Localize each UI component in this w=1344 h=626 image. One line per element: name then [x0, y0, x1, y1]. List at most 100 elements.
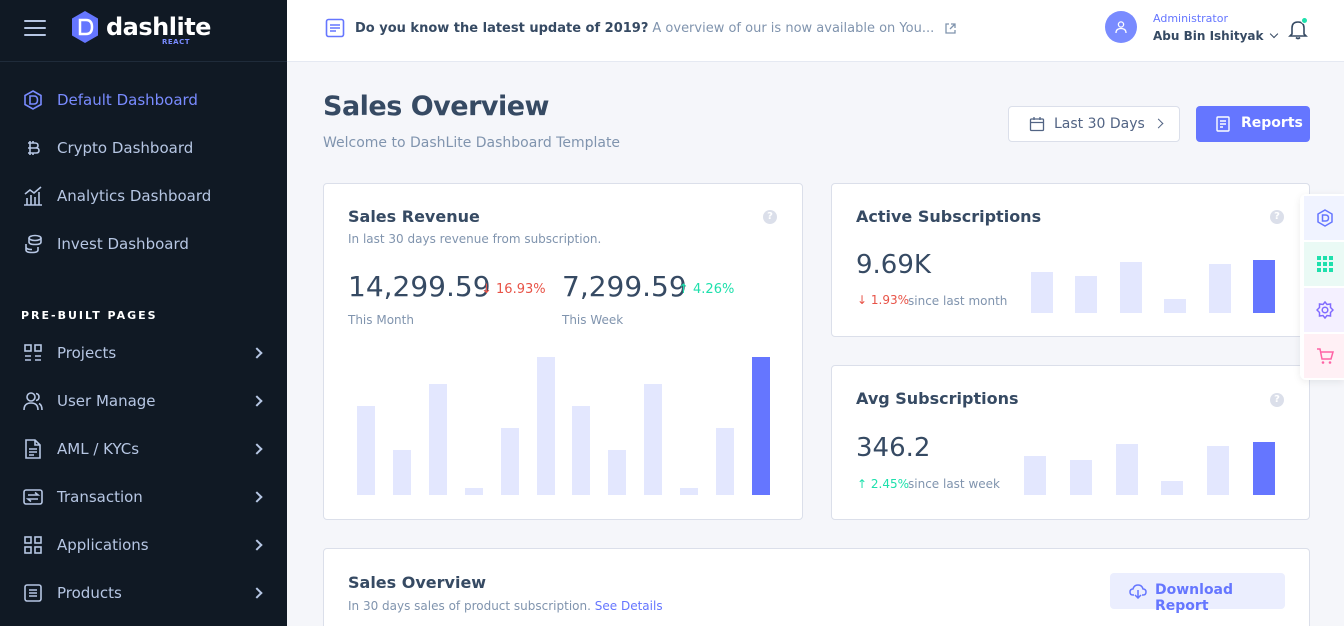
see-details-link[interactable]: See Details: [595, 599, 663, 613]
month-label: This Month: [348, 313, 414, 327]
sidebar-heading: PRE-BUILT PAGES: [21, 309, 158, 322]
week-change: ↑ 4.26%: [678, 282, 735, 297]
users-icon: [23, 392, 43, 411]
avg-subs-since: since last week: [908, 477, 1000, 491]
menu-toggle-icon[interactable]: [24, 20, 46, 36]
chart-bar: [536, 357, 555, 495]
active-subs-value: 9.69K: [856, 250, 931, 280]
sidebar-item-projects[interactable]: Projects: [0, 333, 287, 373]
reports-label: Reports: [1241, 115, 1303, 131]
chart-bar: [1161, 481, 1184, 495]
logo-subtext: REACT: [162, 38, 191, 46]
sidebar-item-products[interactable]: Products: [0, 573, 287, 613]
news-title: Do you know the latest update of 2019?: [355, 20, 649, 36]
dashlite-icon: [24, 90, 42, 110]
user-role: Administrator: [1153, 11, 1228, 25]
sidebar-item-label: AML / KYCs: [57, 440, 140, 458]
help-icon[interactable]: ?: [1270, 393, 1284, 407]
date-range-label: Last 30 Days: [1054, 116, 1145, 132]
chart-bar: [1164, 298, 1187, 313]
projects-icon: [24, 344, 42, 361]
external-link-icon[interactable]: [944, 22, 957, 35]
chevron-right-icon: [251, 347, 263, 359]
report-icon: [1216, 116, 1230, 132]
sidebar-item-invest-dashboard[interactable]: Invest Dashboard: [0, 224, 287, 264]
date-range-button[interactable]: Last 30 Days: [1008, 106, 1180, 142]
float-cart-button[interactable]: [1304, 334, 1344, 378]
chevron-down-icon: [1270, 29, 1279, 39]
avg-subs-change: ↑ 2.45%: [857, 477, 909, 491]
month-change-value: 16.93%: [496, 282, 546, 297]
cart-icon: [1317, 348, 1334, 364]
help-icon[interactable]: ?: [763, 210, 777, 224]
active-subs-since: since last month: [908, 294, 1008, 308]
chevron-right-icon: [251, 395, 263, 407]
active-subscriptions-chart: [1031, 260, 1275, 313]
active-subs-change-value: 1.93%: [870, 293, 909, 307]
logo-text: dashlite: [106, 13, 211, 41]
chart-bar: [716, 428, 735, 495]
dashlite-icon: [1317, 209, 1333, 227]
chevron-right-icon: [1153, 118, 1164, 129]
notification-dot: [1301, 17, 1308, 24]
chevron-right-icon: [251, 539, 263, 551]
user-dropdown[interactable]: Administrator Abu Bin Ishityak: [1105, 11, 1279, 43]
chart-bar: [1253, 260, 1275, 313]
chart-bar: [1207, 445, 1230, 495]
float-settings-button[interactable]: [1304, 288, 1344, 332]
gear-icon: [1316, 301, 1334, 319]
active-subscriptions-card: Active Subscriptions ? 9.69K ↓ 1.93% sin…: [831, 183, 1310, 337]
chart-bar: [608, 450, 627, 495]
sidebar-item-analytics-dashboard[interactable]: Analytics Dashboard: [0, 176, 287, 216]
chevron-right-icon: [251, 443, 263, 455]
sidebar-item-applications[interactable]: Applications: [0, 525, 287, 565]
grid-icon: [24, 536, 42, 554]
file-icon: [25, 439, 41, 459]
logo-icon: [72, 11, 98, 43]
sidebar-item-transaction[interactable]: Transaction: [0, 477, 287, 517]
float-apps-button[interactable]: [1304, 242, 1344, 286]
chart-bar: [1024, 455, 1046, 495]
sidebar-item-label: Applications: [57, 536, 149, 554]
card-title: Sales Overview: [348, 573, 487, 592]
month-value: 14,299.59: [348, 270, 491, 303]
sidebar-header: dashlite REACT: [0, 0, 287, 62]
sidebar: dashlite REACT Default Dashboard Crypto …: [0, 0, 287, 626]
card-title: Sales Revenue: [348, 207, 480, 226]
chart-bar: [392, 450, 411, 495]
transfer-icon: [23, 489, 43, 505]
float-demo-button[interactable]: [1304, 196, 1344, 240]
avg-subs-change-value: 2.45%: [870, 477, 909, 491]
sidebar-item-aml-kycs[interactable]: AML / KYCs: [0, 429, 287, 469]
card-subtitle: In last 30 days revenue from subscriptio…: [348, 232, 602, 246]
chart-bar: [428, 383, 447, 495]
chart-bar: [1119, 262, 1142, 313]
sidebar-item-default-dashboard[interactable]: Default Dashboard: [0, 80, 287, 120]
sidebar-item-label: Analytics Dashboard: [57, 187, 212, 205]
news-text: A overview of our is now available on Yo…: [652, 20, 935, 36]
news-banner[interactable]: Do you know the latest update of 2019? A…: [325, 18, 957, 38]
sales-revenue-card: Sales Revenue In last 30 days revenue fr…: [323, 183, 803, 520]
avg-subscriptions-card: Avg Subscriptions ? 346.2 ↑ 2.45% since …: [831, 365, 1310, 520]
week-label: This Week: [562, 313, 624, 327]
help-icon[interactable]: ?: [1270, 210, 1284, 224]
sidebar-item-crypto-dashboard[interactable]: Crypto Dashboard: [0, 128, 287, 168]
user-name: Abu Bin Ishityak: [1153, 28, 1264, 43]
chart-bar: [500, 428, 519, 495]
coins-icon: [25, 234, 42, 254]
sidebar-item-label: Crypto Dashboard: [57, 139, 194, 157]
download-report-label: Download Report: [1155, 582, 1234, 614]
sidebar-item-user-manage[interactable]: User Manage: [0, 381, 287, 421]
sales-overview-subtitle: In 30 days sales of product subscription…: [348, 599, 591, 613]
calendar-icon: [1029, 117, 1045, 132]
sidebar-item-label: Transaction: [57, 488, 143, 506]
cloud-download-icon: [1129, 584, 1147, 599]
avatar: [1105, 11, 1137, 43]
month-change: ↓ 16.93%: [481, 282, 546, 297]
download-report-button[interactable]: Download Report: [1110, 573, 1285, 614]
reports-button[interactable]: Reports: [1196, 106, 1310, 142]
chart-icon: [24, 186, 42, 206]
sidebar-item-label: User Manage: [57, 392, 156, 410]
card-title: Avg Subscriptions: [856, 389, 1019, 408]
topbar: Do you know the latest update of 2019? A…: [287, 0, 1344, 62]
